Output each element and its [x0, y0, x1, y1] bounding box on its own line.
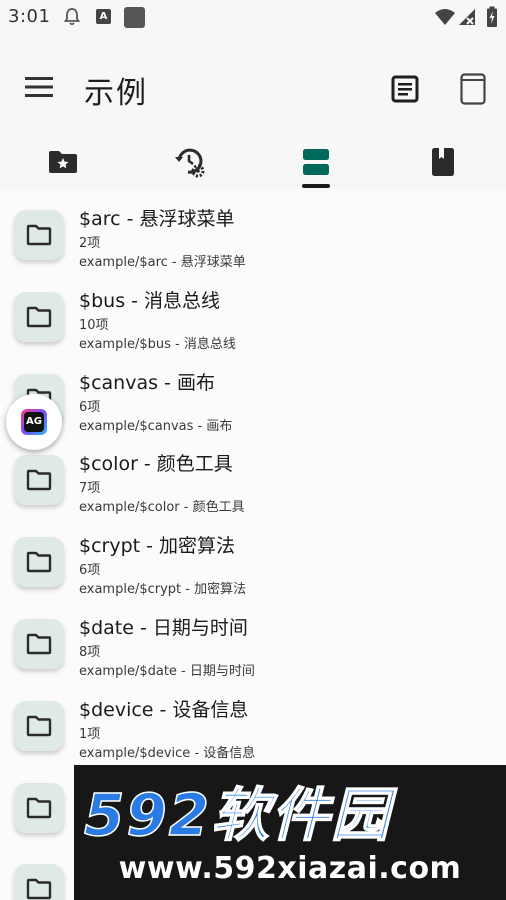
- watermark-logo: 592软件园: [84, 780, 398, 847]
- item-title: $device - 设备信息: [79, 698, 249, 721]
- signal-icon: [458, 8, 476, 30]
- text-a-icon: A: [96, 9, 111, 24]
- item-title: $arc - 悬浮球菜单: [79, 208, 235, 230]
- folder-icon: [14, 618, 64, 669]
- tab-docs[interactable]: [380, 134, 506, 190]
- item-title: $bus - 消息总线: [79, 289, 221, 312]
- list-item[interactable]: $arc - 悬浮球菜单 2项 example/$arc - 悬浮球菜单: [0, 190, 506, 272]
- battery-icon: [486, 6, 498, 32]
- item-count: 6项: [79, 399, 101, 415]
- list-item[interactable]: $bus - 消息总线 10项 example/$bus - 消息总线: [0, 272, 506, 354]
- folder-icon: [14, 782, 64, 833]
- tab-storage[interactable]: [253, 134, 380, 190]
- item-count: 1项: [79, 726, 101, 742]
- status-bar: 3:01 A: [0, 0, 506, 34]
- watermark-banner: 592软件园 www.592xiazai.com: [74, 765, 506, 900]
- status-time: 3:01: [8, 6, 51, 27]
- item-path: example/$device - 设备信息: [79, 745, 256, 761]
- item-title: $color - 颜色工具: [79, 453, 233, 476]
- list-item[interactable]: $crypt - 加密算法 6项 example/$crypt - 加密算法: [0, 517, 506, 599]
- menu-icon: [25, 77, 53, 97]
- folder-icon: [14, 291, 64, 342]
- folder-icon: [14, 700, 64, 751]
- folder-icon: [14, 537, 64, 588]
- item-path: example/$color - 颜色工具: [79, 500, 245, 516]
- list-item[interactable]: $date - 日期与时间 8项 example/$date - 日期与时间: [0, 599, 506, 681]
- page-title: 示例: [84, 76, 148, 111]
- list-item[interactable]: $canvas - 画布 6项 example/$canvas - 画布: [0, 354, 506, 436]
- tab-bar: [0, 134, 506, 190]
- watermark-url: www.592xiazai.com: [118, 851, 462, 886]
- list-item[interactable]: $device - 设备信息 1项 example/$device - 设备信息: [0, 681, 506, 763]
- history-settings-icon: [174, 148, 205, 178]
- ag-logo-icon: AG: [21, 409, 47, 435]
- watermark-brand: 592软件园: [84, 781, 398, 847]
- item-path: example/$date - 日期与时间: [79, 663, 255, 679]
- item-count: 2项: [79, 236, 101, 251]
- bell-icon: [63, 8, 81, 30]
- item-title: $canvas - 画布: [79, 371, 215, 394]
- item-count: 10项: [79, 317, 109, 333]
- item-count: 8项: [79, 644, 101, 660]
- window-button[interactable]: [454, 70, 492, 108]
- tab-history[interactable]: [127, 134, 254, 190]
- folder-icon: [14, 210, 64, 260]
- folder-icon: [14, 455, 64, 506]
- item-path: example/$crypt - 加密算法: [79, 582, 247, 598]
- item-path: example/$canvas - 画布: [79, 418, 233, 434]
- book-icon: [431, 148, 454, 176]
- document-button[interactable]: [386, 70, 424, 108]
- item-title: $crypt - 加密算法: [79, 535, 236, 558]
- folder-star-icon: [49, 151, 78, 173]
- folder-icon: [14, 864, 64, 900]
- item-count: 6项: [79, 563, 101, 579]
- item-path: example/$bus - 消息总线: [79, 336, 236, 352]
- window-icon: [460, 73, 486, 105]
- item-path: example/$arc - 悬浮球菜单: [79, 255, 246, 270]
- app-square-icon: [124, 7, 145, 28]
- storage-icon: [303, 149, 330, 175]
- item-count: 7项: [79, 481, 101, 497]
- item-title: $date - 日期与时间: [79, 616, 248, 639]
- tab-indicator: [302, 184, 331, 188]
- list-item[interactable]: $color - 颜色工具 7项 example/$color - 颜色工具: [0, 435, 506, 517]
- menu-button[interactable]: [18, 66, 60, 108]
- wifi-icon: [434, 8, 456, 30]
- ag-logo-label: AG: [24, 412, 44, 432]
- floating-ball-button[interactable]: AG: [6, 394, 62, 450]
- app-bar: 示例: [0, 34, 506, 134]
- tab-favorites[interactable]: [0, 134, 127, 190]
- document-icon: [391, 75, 419, 103]
